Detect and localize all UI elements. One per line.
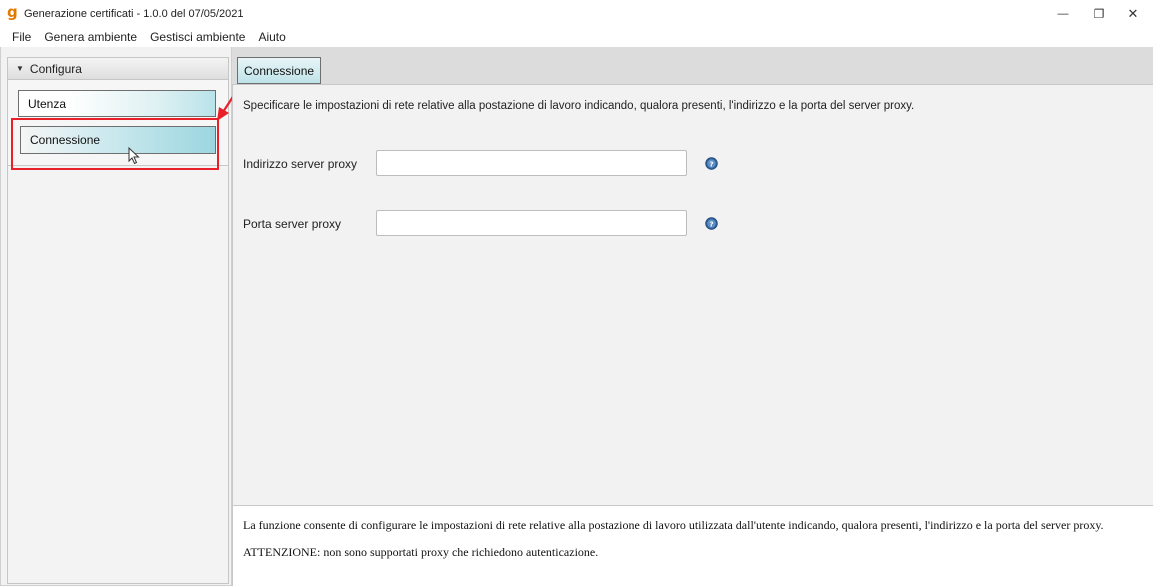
svg-text:?: ?: [709, 219, 713, 228]
menu-gestisci-ambiente[interactable]: Gestisci ambiente: [150, 30, 245, 44]
minimize-icon: —: [1057, 7, 1069, 20]
restore-icon: ❐: [1093, 6, 1105, 21]
menu-aiuto[interactable]: Aiuto: [258, 30, 285, 44]
menu-genera-ambiente[interactable]: Genera ambiente: [44, 30, 137, 44]
sidebar-item-utenza[interactable]: Utenza: [18, 90, 216, 117]
connection-settings-panel: Specificare le impostazioni di rete rela…: [232, 85, 1153, 505]
question-circle-icon[interactable]: ?: [705, 157, 718, 170]
mouse-cursor-icon: [128, 147, 140, 165]
app-logo-icon: g: [7, 3, 18, 21]
minimize-button[interactable]: —: [1043, 0, 1083, 27]
svg-text:?: ?: [709, 159, 713, 168]
proxy-address-input[interactable]: [376, 150, 687, 176]
warning-text: ATTENZIONE: non sono supportati proxy ch…: [243, 545, 599, 559]
collapse-triangle-icon: ▼: [16, 64, 24, 73]
annotation-highlight-box: [11, 118, 219, 170]
section-header-configura[interactable]: ▼ Configura: [8, 58, 228, 80]
menu-bar: File Genera ambiente Gestisci ambiente A…: [0, 27, 1153, 47]
question-circle-icon[interactable]: ?: [705, 217, 718, 230]
tab-label: Connessione: [244, 63, 315, 78]
proxy-port-label: Porta server proxy: [243, 217, 342, 231]
close-button[interactable]: ✕: [1113, 0, 1153, 27]
window-title: Generazione certificati - 1.0.0 del 07/0…: [24, 8, 244, 20]
sidebar-item-label: Utenza: [28, 96, 67, 111]
close-icon: ✕: [1127, 5, 1139, 21]
tab-strip: Connessione: [232, 47, 1153, 85]
proxy-address-label: Indirizzo server proxy: [243, 157, 358, 171]
panel-description: Specificare le impostazioni di rete rela…: [243, 100, 915, 112]
tab-connessione[interactable]: Connessione: [237, 57, 322, 84]
title-bar: g Generazione certificati - 1.0.0 del 07…: [0, 0, 1153, 27]
proxy-port-input[interactable]: [376, 210, 687, 236]
help-text: La funzione consente di configurare le i…: [243, 518, 1104, 532]
section-title: Configura: [29, 61, 82, 76]
menu-file[interactable]: File: [12, 30, 31, 44]
help-info-panel: La funzione consente di configurare le i…: [232, 505, 1153, 586]
